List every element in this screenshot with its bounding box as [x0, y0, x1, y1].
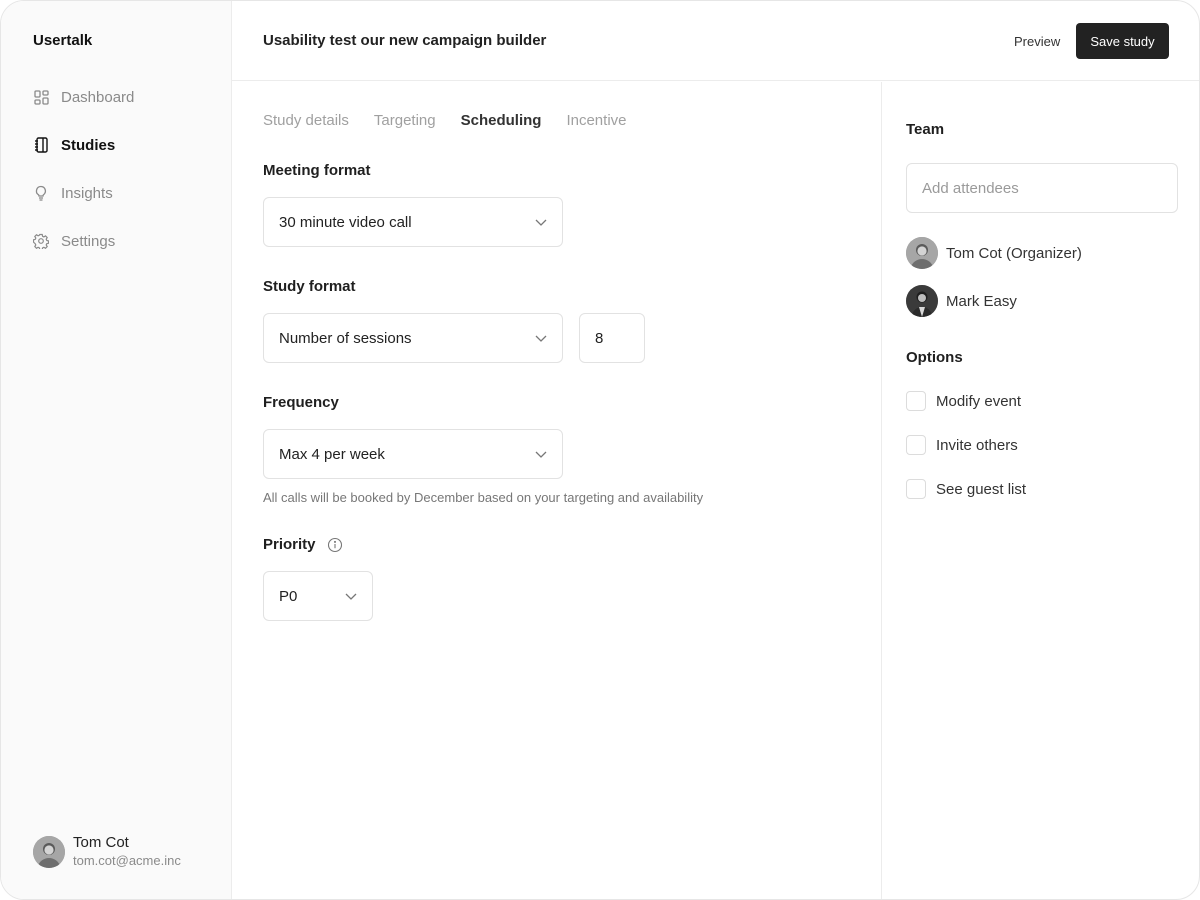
tab-incentive[interactable]: Incentive: [566, 112, 626, 129]
team-member-name: Mark Easy: [946, 292, 1017, 310]
info-icon[interactable]: [327, 537, 343, 553]
lightbulb-icon: [33, 185, 49, 201]
page-title: Usability test our new campaign builder: [263, 32, 547, 49]
priority-label-text: Priority: [263, 536, 316, 553]
priority-value: P0: [279, 587, 298, 605]
avatar: [906, 237, 938, 269]
app-window: Usertalk Dashboard Studies Insights Sett…: [0, 0, 1200, 900]
priority-select[interactable]: P0: [263, 571, 373, 621]
chevron-down-icon: [344, 589, 358, 603]
user-name: Tom Cot: [73, 834, 129, 851]
checkbox[interactable]: [906, 479, 926, 499]
user-email: tom.cot@acme.inc: [73, 853, 181, 868]
dashboard-icon: [33, 89, 49, 105]
sidebar-item-label: Insights: [61, 184, 113, 202]
sidebar-item-label: Dashboard: [61, 88, 135, 106]
option-label: Invite others: [936, 436, 1018, 454]
current-user[interactable]: Tom Cot tom.cot@acme.inc: [33, 834, 181, 869]
add-attendees-input[interactable]: [906, 163, 1178, 213]
sidebar-item-dashboard[interactable]: Dashboard: [33, 85, 134, 109]
sidebar-item-settings[interactable]: Settings: [33, 229, 134, 253]
study-format-select[interactable]: Number of sessions: [263, 313, 563, 363]
option-label: See guest list: [936, 480, 1027, 498]
team-member-name: Tom Cot (Organizer): [946, 244, 1082, 262]
app-logo: Usertalk: [33, 32, 93, 49]
team-member: Tom Cot (Organizer): [906, 237, 1082, 269]
team-member: Mark Easy: [906, 285, 1017, 317]
sidebar-item-label: Studies: [61, 136, 116, 154]
sidebar: Usertalk Dashboard Studies Insights Sett…: [1, 1, 232, 899]
frequency-label: Frequency: [263, 394, 339, 411]
session-count-input[interactable]: [579, 313, 645, 363]
study-format-label: Study format: [263, 278, 356, 295]
options-heading: Options: [906, 349, 963, 366]
sidebar-nav: Dashboard Studies Insights Settings: [33, 85, 134, 277]
frequency-select[interactable]: Max 4 per week: [263, 429, 563, 479]
notebook-icon: [33, 137, 49, 153]
tab-scheduling[interactable]: Scheduling: [461, 112, 542, 129]
team-heading: Team: [906, 121, 945, 138]
sidebar-item-studies[interactable]: Studies: [33, 133, 134, 157]
meeting-format-value: 30 minute video call: [279, 213, 412, 231]
frequency-helper-text: All calls will be booked by December bas…: [263, 490, 704, 505]
meeting-format-select[interactable]: 30 minute video call: [263, 197, 563, 247]
study-tabs: Study details Targeting Scheduling Incen…: [263, 112, 652, 129]
option-see-guest-list[interactable]: See guest list: [906, 479, 1026, 499]
sidebar-item-label: Settings: [61, 232, 116, 250]
checkbox[interactable]: [906, 435, 926, 455]
preview-button[interactable]: Preview: [1002, 23, 1072, 59]
avatar: [906, 285, 938, 317]
tab-targeting[interactable]: Targeting: [374, 112, 436, 129]
checkbox[interactable]: [906, 391, 926, 411]
gear-icon: [33, 233, 49, 249]
option-invite-others[interactable]: Invite others: [906, 435, 1018, 455]
tab-study-details[interactable]: Study details: [263, 112, 349, 129]
save-study-button[interactable]: Save study: [1076, 23, 1169, 59]
chevron-down-icon: [534, 215, 548, 229]
side-panel: Team Tom Cot (Organizer) Mark Easy Optio…: [881, 82, 1199, 899]
chevron-down-icon: [534, 331, 548, 345]
sidebar-item-insights[interactable]: Insights: [33, 181, 134, 205]
avatar: [33, 835, 65, 868]
scheduling-form: Study details Targeting Scheduling Incen…: [232, 82, 882, 899]
meeting-format-label: Meeting format: [263, 162, 371, 179]
priority-label: Priority: [263, 536, 343, 553]
chevron-down-icon: [534, 447, 548, 461]
frequency-value: Max 4 per week: [279, 445, 385, 463]
top-bar: Usability test our new campaign builder …: [232, 1, 1199, 81]
study-format-value: Number of sessions: [279, 329, 412, 347]
option-label: Modify event: [936, 392, 1022, 410]
option-modify-event[interactable]: Modify event: [906, 391, 1021, 411]
